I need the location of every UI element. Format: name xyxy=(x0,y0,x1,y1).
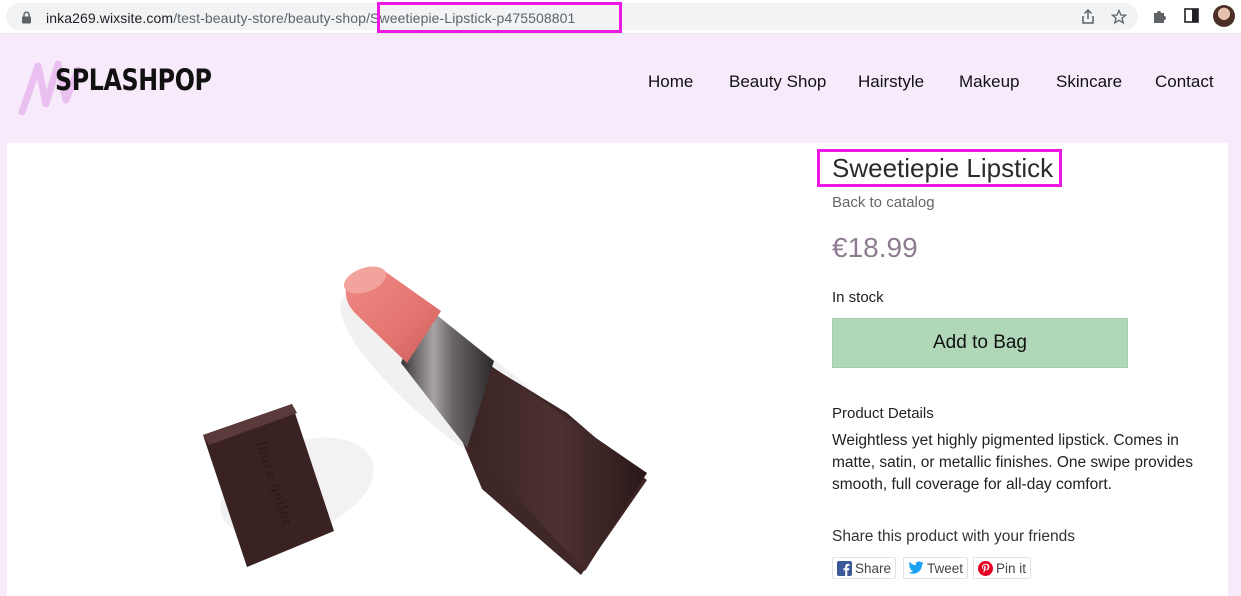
twitter-tweet-button[interactable]: Tweet xyxy=(903,557,969,579)
pinterest-icon xyxy=(978,560,993,576)
product-price: €18.99 xyxy=(832,232,918,263)
twitter-bird-icon xyxy=(908,561,924,574)
url-host: inka269.wixsite.com xyxy=(46,10,174,26)
stock-status: In stock xyxy=(832,289,884,306)
pinterest-pin-button[interactable]: Pin it xyxy=(973,557,1032,579)
nav-home[interactable]: Home xyxy=(648,72,693,92)
title-highlight-box xyxy=(817,149,1062,187)
product-details-heading: Product Details xyxy=(832,405,934,422)
facebook-share-button[interactable]: Share xyxy=(832,557,897,579)
pinterest-pin-label: Pin it xyxy=(996,560,1027,576)
bookmark-star-icon[interactable] xyxy=(1111,9,1127,25)
share-heading: Share this product with your friends xyxy=(832,528,1075,545)
side-panel-icon[interactable] xyxy=(1184,8,1199,23)
twitter-tweet-label: Tweet xyxy=(927,560,964,576)
product-details-text: Weightless yet highly pigmented lipstick… xyxy=(832,432,1193,493)
url-highlight-box xyxy=(377,2,622,33)
product-image[interactable]: laura geller xyxy=(7,143,797,596)
share-page-icon[interactable] xyxy=(1081,9,1095,25)
facebook-share-label: Share xyxy=(855,560,892,576)
facebook-icon xyxy=(837,560,852,576)
add-to-bag-button[interactable]: Add to Bag xyxy=(832,318,1128,368)
nav-contact[interactable]: Contact xyxy=(1155,72,1214,92)
profile-avatar[interactable] xyxy=(1213,5,1235,27)
site-logo[interactable]: SPLASHPOP xyxy=(55,63,212,97)
lock-icon xyxy=(22,11,31,24)
extensions-puzzle-icon[interactable] xyxy=(1152,8,1168,24)
nav-hairstyle[interactable]: Hairstyle xyxy=(858,72,924,92)
nav-skincare[interactable]: Skincare xyxy=(1056,72,1122,92)
nav-makeup[interactable]: Makeup xyxy=(959,72,1019,92)
nav-beauty-shop[interactable]: Beauty Shop xyxy=(729,72,826,92)
back-to-catalog-link[interactable]: Back to catalog xyxy=(832,194,935,211)
